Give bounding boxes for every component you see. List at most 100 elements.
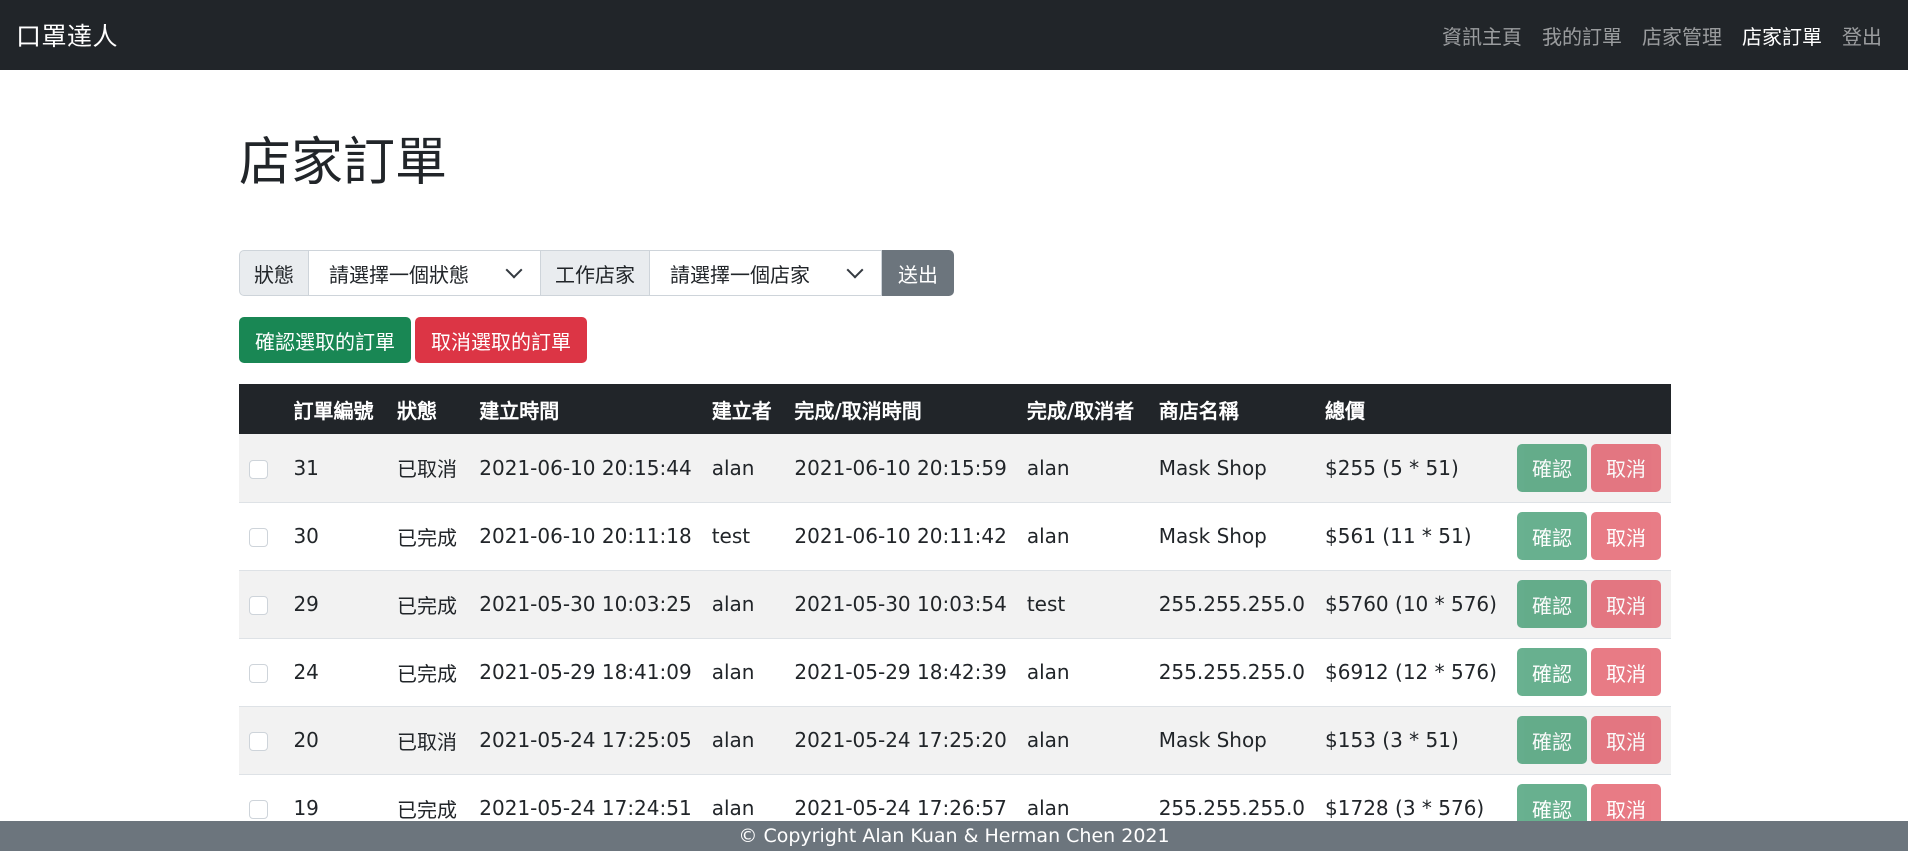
header-total: 總價 — [1315, 384, 1507, 434]
row-select-checkbox[interactable] — [249, 459, 268, 479]
copyright-text: © Copyright Alan Kuan & Herman Chen 2021 — [738, 825, 1170, 847]
row-select-checkbox[interactable] — [249, 664, 268, 683]
order-id-cell: 24 — [283, 638, 387, 707]
actions-cell: 確認 取消 — [1507, 434, 1671, 503]
orders-table: 訂單編號 狀態 建立時間 建立者 完成/取消時間 完成/取消者 商店名稱 總價 … — [239, 384, 1671, 843]
nav-link-my-orders[interactable]: 我的訂單 — [1532, 21, 1632, 50]
actions-cell: 確認 取消 — [1507, 638, 1671, 707]
nav-link-logout[interactable]: 登出 — [1832, 21, 1892, 50]
row-select-checkbox[interactable] — [249, 800, 268, 819]
table-row: 29 已完成 2021-05-30 10:03:25 alan 2021-05-30 1… — [239, 570, 1671, 639]
header-finished-time: 完成/取消時間 — [784, 384, 1017, 434]
checkbox — [239, 570, 284, 639]
shop-name-cell: Mask Shop — [1148, 706, 1316, 775]
finisher-cell: alan — [1016, 502, 1149, 571]
table-row: 31 已取消 2021-06-10 20:15:44 alan 2021-06-10 2… — [239, 434, 1671, 503]
row-confirm-button[interactable]: 確認 — [1517, 443, 1587, 492]
creator-cell: alan — [701, 570, 785, 639]
brand-logo[interactable]: 口罩達人 — [16, 17, 118, 53]
chevron-down-icon — [846, 261, 864, 279]
created-time-cell: 2021-06-10 20:15:44 — [469, 434, 702, 503]
checkbox — [239, 706, 284, 775]
row-select-checkbox[interactable] — [249, 528, 268, 547]
nav-links: 資訊主頁 我的訂單 店家管理 店家訂單 登出 — [1432, 21, 1892, 50]
bulk-actions: 確認選取的訂單 取消選取的訂單 — [239, 317, 587, 363]
shop-select-value: 請選擇一個店家 — [670, 262, 810, 287]
creator-cell: alan — [701, 434, 785, 503]
row-select-checkbox[interactable] — [249, 596, 268, 615]
row-cancel-button[interactable]: 取消 — [1591, 443, 1661, 492]
row-cancel-button[interactable]: 取消 — [1591, 716, 1661, 764]
confirm-selected-button[interactable]: 確認選取的訂單 — [239, 317, 411, 363]
nav-link-dashboard[interactable]: 資訊主頁 — [1432, 21, 1532, 50]
header-status: 狀態 — [386, 384, 470, 434]
header-created-time: 建立時間 — [469, 384, 702, 434]
header-shop-name: 商店名稱 — [1148, 384, 1316, 434]
total-cell: $255 (5 * 51) — [1315, 434, 1507, 503]
created-time-cell: 2021-05-29 18:41:09 — [469, 638, 702, 707]
chevron-down-icon — [505, 261, 523, 279]
nav-link-shop-management[interactable]: 店家管理 — [1632, 21, 1732, 50]
footer: © Copyright Alan Kuan & Herman Chen 2021 — [0, 821, 1908, 851]
finisher-cell: test — [1016, 570, 1149, 639]
header-creator: 建立者 — [701, 384, 785, 434]
status-select-value: 請選擇一個狀態 — [329, 262, 469, 287]
finished-time-cell: 2021-06-10 20:15:59 — [784, 434, 1017, 503]
table-row: 24 已完成 2021-05-29 18:41:09 alan 2021-05-29 1… — [239, 638, 1671, 707]
row-select-checkbox[interactable] — [249, 732, 268, 751]
created-time-cell: 2021-05-30 10:03:25 — [469, 570, 702, 639]
shop-name-cell: Mask Shop — [1148, 502, 1316, 571]
order-id-cell: 30 — [283, 502, 387, 571]
shop-name-cell: Mask Shop — [1148, 434, 1316, 503]
row-confirm-button[interactable]: 確認 — [1517, 580, 1587, 628]
status-select[interactable]: 請選擇一個狀態 — [309, 250, 541, 296]
status-cell: 已取消 — [386, 434, 470, 503]
created-time-cell: 2021-06-10 20:11:18 — [469, 502, 702, 571]
shop-filter-label: 工作店家 — [541, 250, 650, 296]
header-select — [239, 384, 284, 434]
checkbox — [239, 638, 284, 707]
status-cell: 已完成 — [386, 502, 470, 571]
submit-button[interactable]: 送出 — [882, 250, 954, 296]
row-confirm-button[interactable]: 確認 — [1517, 648, 1587, 696]
header-order-id: 訂單編號 — [283, 384, 387, 434]
checkbox — [239, 502, 284, 571]
creator-cell: test — [701, 502, 785, 571]
order-id-cell: 31 — [283, 434, 387, 503]
creator-cell: alan — [701, 638, 785, 707]
row-cancel-button[interactable]: 取消 — [1591, 512, 1661, 560]
nav-link-shop-orders[interactable]: 店家訂單 — [1732, 21, 1832, 50]
finished-time-cell: 2021-06-10 20:11:42 — [784, 502, 1017, 571]
header-finisher: 完成/取消者 — [1016, 384, 1149, 434]
cancel-selected-button[interactable]: 取消選取的訂單 — [415, 317, 587, 363]
page-title: 店家訂單 — [239, 133, 448, 193]
status-filter-label: 狀態 — [239, 250, 309, 296]
row-confirm-button[interactable]: 確認 — [1517, 716, 1587, 764]
order-id-cell: 29 — [283, 570, 387, 639]
finisher-cell: alan — [1016, 434, 1149, 503]
order-id-cell: 20 — [283, 706, 387, 775]
finisher-cell: alan — [1016, 638, 1149, 707]
shop-select[interactable]: 請選擇一個店家 — [650, 250, 882, 296]
total-cell: $561 (11 * 51) — [1315, 502, 1507, 571]
row-cancel-button[interactable]: 取消 — [1591, 648, 1661, 696]
row-cancel-button[interactable]: 取消 — [1591, 580, 1661, 628]
actions-cell: 確認 取消 — [1507, 502, 1671, 571]
status-cell: 已取消 — [386, 706, 470, 775]
status-cell: 已完成 — [386, 570, 470, 639]
table-row: 30 已完成 2021-06-10 20:11:18 test 2021-06-10 2… — [239, 502, 1671, 571]
actions-cell: 確認 取消 — [1507, 706, 1671, 775]
finished-time-cell: 2021-05-29 18:42:39 — [784, 638, 1017, 707]
table-row: 20 已取消 2021-05-24 17:25:05 alan 2021-05-24 1… — [239, 706, 1671, 775]
top-navbar: 口罩達人 資訊主頁 我的訂單 店家管理 店家訂單 登出 — [0, 0, 1908, 70]
total-cell: $153 (3 * 51) — [1315, 706, 1507, 775]
checkbox — [239, 434, 284, 503]
table-body: 31 已取消 2021-06-10 20:15:44 alan 2021-06-10 2… — [239, 434, 1671, 843]
creator-cell: alan — [701, 706, 785, 775]
shop-name-cell: 255.255.255.0 — [1148, 570, 1316, 639]
finisher-cell: alan — [1016, 706, 1149, 775]
filter-group: 狀態 請選擇一個狀態 工作店家 請選擇一個店家 送出 — [239, 250, 954, 296]
created-time-cell: 2021-05-24 17:25:05 — [469, 706, 702, 775]
row-confirm-button[interactable]: 確認 — [1517, 512, 1587, 560]
shop-name-cell: 255.255.255.0 — [1148, 638, 1316, 707]
